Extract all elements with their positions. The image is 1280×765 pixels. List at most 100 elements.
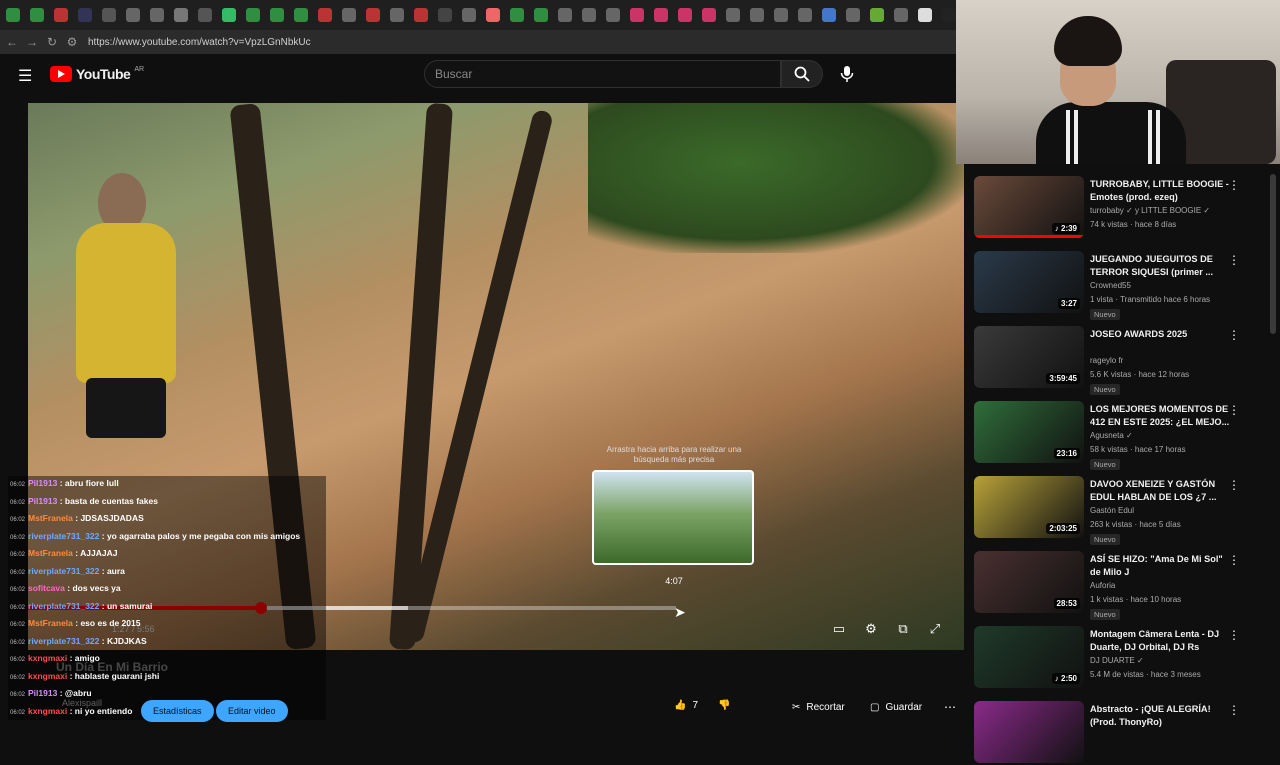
video-title[interactable]: ASÍ SE HIZO: "Ama De Mi Sol" de Milo J <box>1090 553 1230 579</box>
channel-name[interactable]: DJ DUARTE ✓ <box>1090 656 1144 665</box>
browser-tab-icon[interactable] <box>798 8 812 22</box>
channel-name[interactable]: Auforia <box>1090 581 1115 590</box>
recommended-video[interactable]: ♪ 2:39 TURROBABY, LITTLE BOOGIE - Emotes … <box>974 170 1264 240</box>
video-title[interactable]: JOSEO AWARDS 2025 <box>1090 328 1230 341</box>
more-options-icon[interactable]: ⋮ <box>1228 403 1240 417</box>
url-text[interactable]: https://www.youtube.com/watch?v=VpzLGnNb… <box>88 37 311 48</box>
browser-tab-icon[interactable] <box>102 8 116 22</box>
recommended-video[interactable]: ♪ 2:50 Montagem Câmera Lenta - DJ Duarte,… <box>974 620 1264 690</box>
video-thumbnail[interactable]: ♪ 2:50 <box>974 626 1084 688</box>
browser-tab-icon[interactable] <box>486 8 500 22</box>
browser-tab-icon[interactable] <box>558 8 572 22</box>
more-actions-icon[interactable]: ⋯ <box>944 700 956 714</box>
clip-button[interactable]: ✂ Recortar <box>792 702 845 713</box>
back-icon[interactable]: ← <box>4 35 20 49</box>
settings-gear-icon[interactable]: ⚙ <box>862 620 880 638</box>
browser-tab-icon[interactable] <box>318 8 332 22</box>
more-options-icon[interactable]: ⋮ <box>1228 178 1240 192</box>
browser-tab-icon[interactable] <box>630 8 644 22</box>
chat-username[interactable]: riverplate731_322 <box>28 636 99 646</box>
sidebar-scrollbar[interactable] <box>1270 174 1276 334</box>
chat-username[interactable]: Pil1913 <box>28 496 57 506</box>
video-title[interactable]: Montagem Câmera Lenta - DJ Duarte, DJ Or… <box>1090 628 1230 654</box>
browser-tab-icon[interactable] <box>294 8 308 22</box>
recommended-video[interactable]: 23:16 LOS MEJORES MOMENTOS DE 412 EN ESTE… <box>974 395 1264 470</box>
browser-tab-icon[interactable] <box>462 8 476 22</box>
browser-tab-icon[interactable] <box>54 8 68 22</box>
recommended-video[interactable]: 28:53 ASÍ SE HIZO: "Ama De Mi Sol" de Mil… <box>974 545 1264 620</box>
chat-username[interactable]: riverplate731_322 <box>28 531 99 541</box>
site-info-icon[interactable]: ⚙ <box>64 35 80 49</box>
video-thumbnail[interactable]: ♪ 2:39 <box>974 176 1084 238</box>
forward-icon[interactable]: → <box>24 35 40 49</box>
fullscreen-icon[interactable]: ⤢ <box>926 620 944 638</box>
more-options-icon[interactable]: ⋮ <box>1228 328 1240 342</box>
video-title[interactable]: LOS MEJORES MOMENTOS DE 412 EN ESTE 2025… <box>1090 403 1230 429</box>
browser-tab-icon[interactable] <box>342 8 356 22</box>
browser-tab-icon[interactable] <box>78 8 92 22</box>
recommended-video[interactable]: 3:27 JUEGANDO JUEGUITOS DE TERROR SIQUESI… <box>974 245 1264 320</box>
more-options-icon[interactable]: ⋮ <box>1228 253 1240 267</box>
browser-tab-icon[interactable] <box>222 8 236 22</box>
browser-tab-icon[interactable] <box>510 8 524 22</box>
save-button[interactable]: ▢ Guardar <box>870 702 922 713</box>
browser-tab-icon[interactable] <box>702 8 716 22</box>
hamburger-menu-icon[interactable]: ☰ <box>18 66 34 86</box>
browser-tab-icon[interactable] <box>774 8 788 22</box>
browser-tab-icon[interactable] <box>246 8 260 22</box>
browser-tab-icon[interactable] <box>6 8 20 22</box>
browser-tab-icon[interactable] <box>894 8 908 22</box>
browser-tab-icon[interactable] <box>414 8 428 22</box>
video-thumbnail[interactable]: 3:27 <box>974 251 1084 313</box>
video-title[interactable]: TURROBABY, LITTLE BOOGIE - Emotes (prod.… <box>1090 178 1230 204</box>
video-title[interactable]: JUEGANDO JUEGUITOS DE TERROR SIQUESI (pr… <box>1090 253 1230 279</box>
channel-name[interactable]: Gastón Edul <box>1090 506 1134 515</box>
more-options-icon[interactable]: ⋮ <box>1228 703 1240 717</box>
browser-tab-icon[interactable] <box>534 8 548 22</box>
recommended-video[interactable]: 3:59:45 JOSEO AWARDS 2025 rageylo fr 5.6 K … <box>974 320 1264 395</box>
video-title[interactable]: Abstracto - ¡QUE ALEGRÍA! (Prod. ThonyRo… <box>1090 703 1230 729</box>
browser-tab-icon[interactable] <box>750 8 764 22</box>
search-input[interactable]: Buscar <box>424 60 781 88</box>
browser-tab-icon[interactable] <box>678 8 692 22</box>
channel-name[interactable]: Crowned55 <box>1090 281 1131 290</box>
browser-tab-icon[interactable] <box>270 8 284 22</box>
browser-tab-icon[interactable] <box>390 8 404 22</box>
video-title[interactable]: DAVOO XENEIZE Y GASTÓN EDUL HABLAN DE LO… <box>1090 478 1230 504</box>
search-button[interactable] <box>781 60 823 88</box>
more-options-icon[interactable]: ⋮ <box>1228 628 1240 642</box>
youtube-logo[interactable]: YouTube AR <box>50 66 144 82</box>
like-button[interactable]: 👍 7 👎 <box>674 700 730 711</box>
theater-mode-icon[interactable]: ⧉ <box>894 620 912 638</box>
chat-username[interactable]: Pil1913 <box>28 478 57 488</box>
chat-username[interactable]: MstFranela <box>28 618 73 628</box>
video-thumbnail[interactable]: 23:16 <box>974 401 1084 463</box>
browser-tab-icon[interactable] <box>582 8 596 22</box>
statistics-button[interactable]: Estadísticas <box>141 700 214 722</box>
edit-video-button[interactable]: Editar video <box>216 700 288 722</box>
chat-username[interactable]: MstFranela <box>28 548 73 558</box>
browser-tab-icon[interactable] <box>606 8 620 22</box>
thumbs-down-icon[interactable]: 👎 <box>718 700 730 711</box>
subtitles-icon[interactable]: ▭ <box>830 620 848 638</box>
channel-name[interactable]: turrobaby ✓ y LITTLE BOOGIE ✓ <box>1090 206 1210 215</box>
reload-icon[interactable]: ↻ <box>44 35 60 49</box>
browser-tab-icon[interactable] <box>942 8 956 22</box>
channel-name[interactable]: Agusneta ✓ <box>1090 431 1133 440</box>
channel-name[interactable]: rageylo fr <box>1090 356 1123 365</box>
chat-username[interactable]: riverplate731_322 <box>28 566 99 576</box>
video-thumbnail[interactable] <box>974 701 1084 763</box>
more-options-icon[interactable]: ⋮ <box>1228 478 1240 492</box>
browser-tab-icon[interactable] <box>918 8 932 22</box>
voice-search-button[interactable] <box>834 60 860 88</box>
browser-tab-icon[interactable] <box>846 8 860 22</box>
video-thumbnail[interactable]: 28:53 <box>974 551 1084 613</box>
browser-tab-icon[interactable] <box>870 8 884 22</box>
browser-tab-icon[interactable] <box>126 8 140 22</box>
chat-username[interactable]: MstFranela <box>28 513 73 523</box>
browser-tab-icon[interactable] <box>174 8 188 22</box>
browser-tab-icon[interactable] <box>30 8 44 22</box>
browser-tab-icon[interactable] <box>198 8 212 22</box>
video-thumbnail[interactable]: 2:03:25 <box>974 476 1084 538</box>
chat-username[interactable]: riverplate731_322 <box>28 601 99 611</box>
